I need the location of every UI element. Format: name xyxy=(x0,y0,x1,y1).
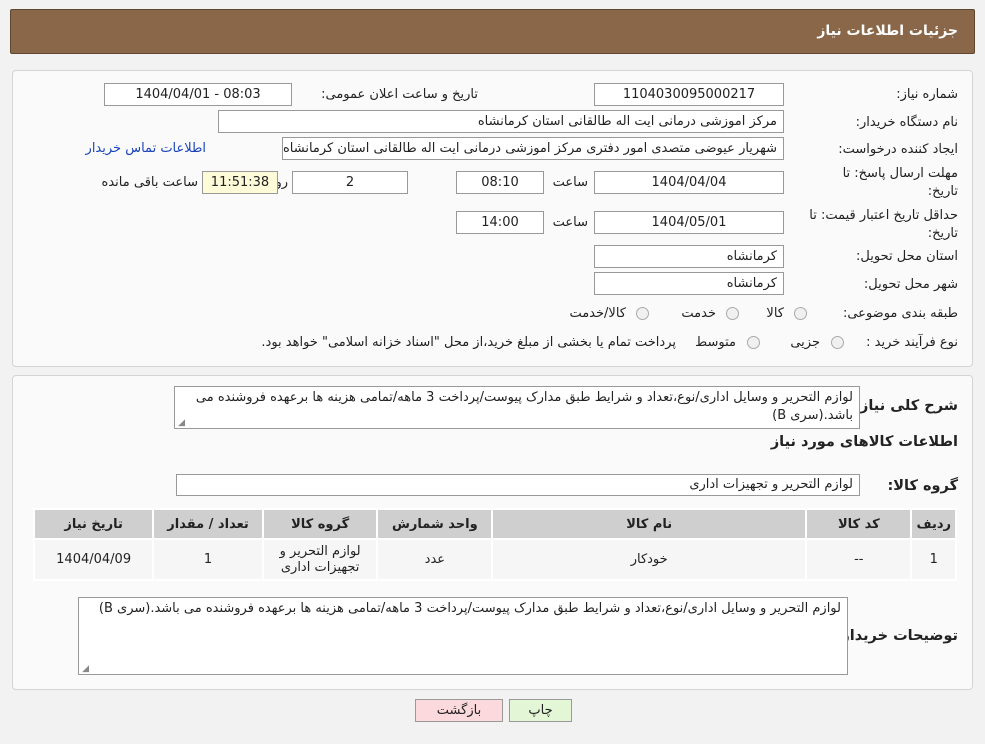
back-button[interactable]: بازگشت xyxy=(415,699,503,722)
deadline-date-field[interactable]: 1404/04/04 xyxy=(594,171,784,194)
process-option-minor: جزیی xyxy=(790,335,820,350)
province-label: استان محل تحویل: xyxy=(856,249,958,264)
process-radio-minor[interactable] xyxy=(831,336,844,349)
print-button[interactable]: چاپ xyxy=(509,699,572,722)
announce-label: تاریخ و ساعت اعلان عمومی: xyxy=(321,87,478,102)
validity-label-date: تاریخ: xyxy=(927,226,958,241)
deadline-label: مهلت ارسال پاسخ: تا xyxy=(842,166,958,181)
cell-unit: عدد xyxy=(376,538,494,581)
category-radio-goods-service[interactable] xyxy=(636,307,649,320)
resize-grip-icon[interactable]: ◢ xyxy=(81,665,89,674)
cell-item-code: -- xyxy=(805,538,913,581)
cell-item-name: خودکار xyxy=(491,538,808,581)
buyer-notes-textarea[interactable]: لوازم التحریر و وسایل اداری/نوع،تعداد و … xyxy=(78,597,848,675)
process-radio-medium[interactable] xyxy=(747,336,760,349)
table-row[interactable]: 1 -- خودکار عدد لوازم التحریر و تجهیزات … xyxy=(32,538,957,581)
cell-quantity: 1 xyxy=(152,538,264,581)
col-unit: واحد شمارش xyxy=(376,508,494,540)
validity-date-field[interactable]: 1404/05/01 xyxy=(594,211,784,234)
buyer-org-label: نام دستگاه خریدار: xyxy=(855,115,958,130)
deadline-label-date: تاریخ: xyxy=(927,184,958,199)
col-item-code: کد کالا xyxy=(805,508,913,540)
requester-field[interactable]: شهریار عیوضی متصدی امور دفتری مرکز اموزش… xyxy=(282,137,784,160)
category-option-goods-service: کالا/خدمت xyxy=(569,306,626,321)
buyer-contact-link[interactable]: اطلاعات تماس خریدار xyxy=(86,141,206,156)
page-title: جزئیات اطلاعات نیاز xyxy=(817,23,958,39)
cell-group: لوازم التحریر و تجهیزات اداری xyxy=(261,538,379,581)
col-item-name: نام کالا xyxy=(491,508,808,540)
validity-time-field[interactable]: 14:00 xyxy=(456,211,544,234)
deadline-hour-label: ساعت xyxy=(552,175,588,190)
goods-group-field[interactable]: لوازم التحریر و تجهیزات اداری xyxy=(176,474,860,496)
goods-table-header: ردیف کد کالا نام کالا واحد شمارش گروه کا… xyxy=(32,508,957,540)
process-label: نوع فرآیند خرید : xyxy=(866,335,958,350)
requester-label: ایجاد کننده درخواست: xyxy=(838,142,958,157)
need-number-label: شماره نیاز: xyxy=(896,87,958,102)
col-row-number: ردیف xyxy=(910,508,957,540)
goods-table: ردیف کد کالا نام کالا واحد شمارش گروه کا… xyxy=(32,508,957,581)
validity-hour-label: ساعت xyxy=(552,215,588,230)
category-option-service: خدمت xyxy=(681,306,716,321)
cell-row-number: 1 xyxy=(910,538,957,581)
category-option-goods: کالا xyxy=(766,306,784,321)
days-remaining-field[interactable]: 2 xyxy=(292,171,408,194)
col-quantity: تعداد / مقدار xyxy=(152,508,264,540)
resize-grip-icon[interactable]: ◢ xyxy=(177,419,185,428)
summary-textarea[interactable]: لوازم التحریر و وسایل اداری/نوع،تعداد و … xyxy=(174,386,860,429)
city-field[interactable]: کرمانشاه xyxy=(594,272,784,295)
buyer-notes-label: توضیحات خریدار: xyxy=(835,628,958,644)
province-field[interactable]: کرمانشاه xyxy=(594,245,784,268)
goods-info-title: اطلاعات کالاهای مورد نیاز xyxy=(770,434,958,450)
category-radio-goods[interactable] xyxy=(794,307,807,320)
cell-need-date: 1404/04/09 xyxy=(32,538,155,581)
category-label: طبقه بندی موضوعی: xyxy=(842,306,958,321)
details-panel: شرح کلی نیاز: لوازم التحریر و وسایل ادار… xyxy=(12,375,973,690)
buyer-org-field[interactable]: مرکز اموزشی درمانی ایت اله طالقانی استان… xyxy=(218,110,784,133)
announce-datetime-field[interactable]: 1404/04/01 - 08:03 xyxy=(104,83,292,106)
page-header: جزئیات اطلاعات نیاز xyxy=(10,9,975,54)
summary-label: شرح کلی نیاز: xyxy=(854,398,958,414)
col-group: گروه کالا xyxy=(261,508,379,540)
process-note: پرداخت تمام یا بخشی از مبلغ خرید،از محل … xyxy=(261,335,676,350)
col-need-date: تاریخ نیاز xyxy=(32,508,155,540)
validity-label: حداقل تاریخ اعتبار قیمت: تا xyxy=(809,208,958,223)
need-number-field[interactable]: 1104030095000217 xyxy=(594,83,784,106)
remaining-time-field[interactable]: 11:51:38 xyxy=(202,171,278,194)
deadline-time-field[interactable]: 08:10 xyxy=(456,171,544,194)
city-label: شهر محل تحویل: xyxy=(863,277,958,292)
remaining-label: ساعت باقی مانده xyxy=(101,175,198,190)
goods-group-label: گروه کالا: xyxy=(887,478,958,494)
process-option-medium: متوسط xyxy=(695,335,736,350)
category-radio-service[interactable] xyxy=(726,307,739,320)
info-panel: شماره نیاز: 1104030095000217 تاریخ و ساع… xyxy=(12,70,973,367)
